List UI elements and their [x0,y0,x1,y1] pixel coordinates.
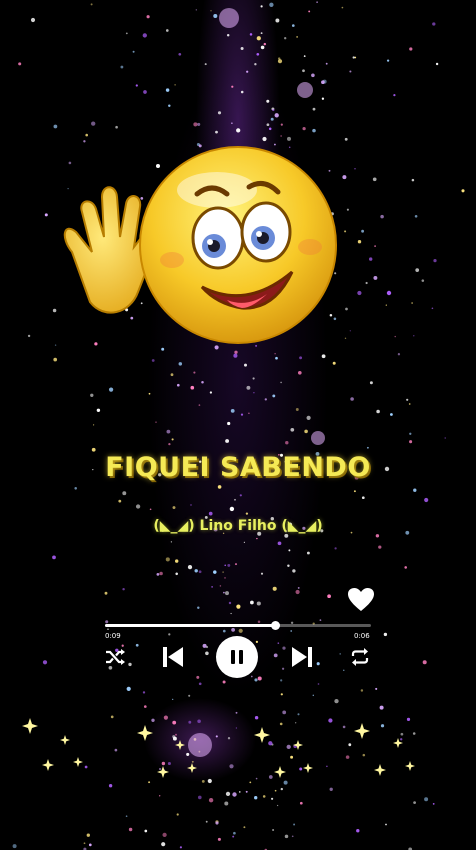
shuffle-icon [106,649,125,665]
elapsed-time: 0:09 [105,632,121,640]
pause-button[interactable] [216,636,258,678]
skip-next-icon [292,647,312,667]
like-button[interactable] [347,587,375,613]
progress-bar[interactable] [105,621,371,630]
next-button[interactable] [287,642,317,672]
repeat-button[interactable] [347,644,373,670]
shuffle-button[interactable] [102,644,128,670]
sparkle-layer [12,1,465,850]
pause-icon [231,650,243,664]
song-title: FIQUEI SABENDO [105,452,371,483]
heart-icon [348,588,374,611]
progress-fill [105,624,276,627]
previous-button[interactable] [158,642,188,672]
remaining-time: 0:06 [354,632,370,640]
waving-smiley-emoji [52,142,352,352]
artist-name: (◣_◢) Lino Filho (◣_◢) [153,518,323,534]
repeat-icon [351,648,369,666]
skip-previous-icon [163,647,183,667]
